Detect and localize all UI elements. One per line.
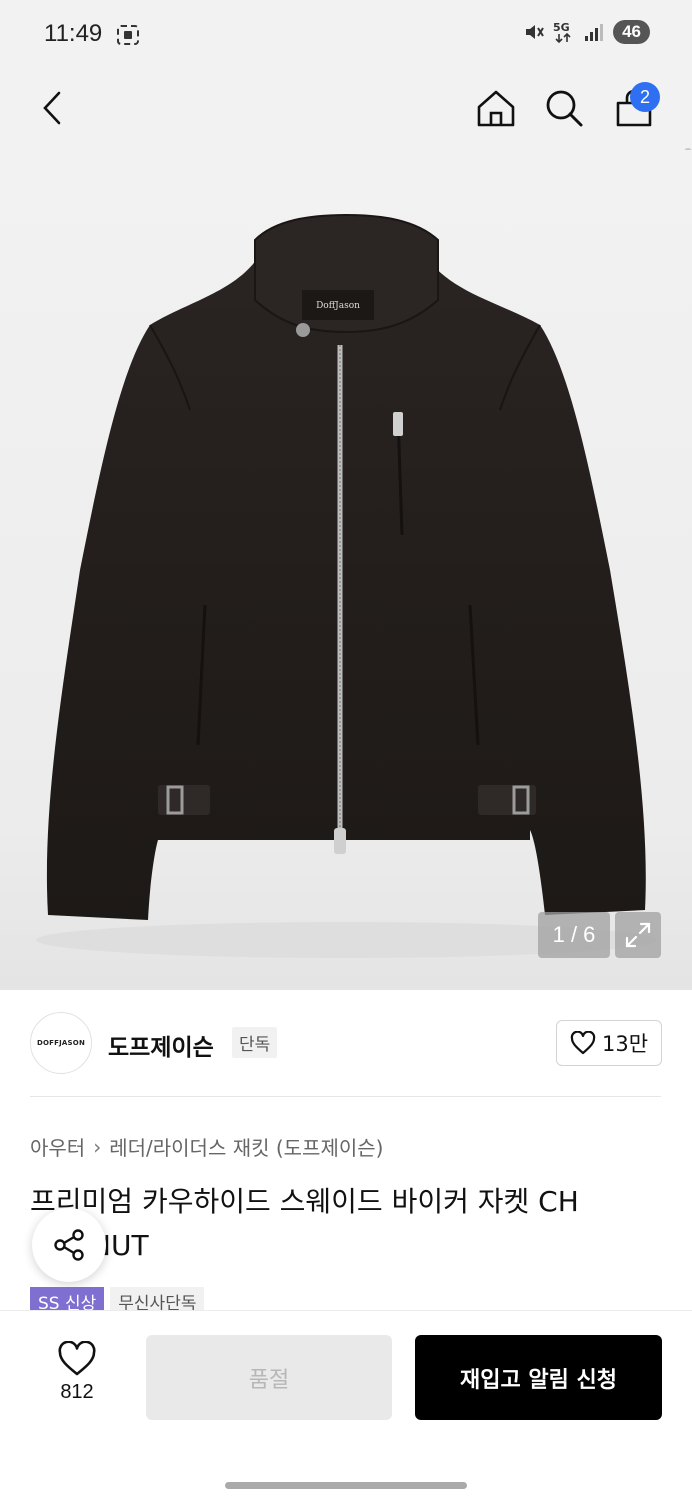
search-icon	[546, 90, 583, 127]
share-button[interactable]	[32, 1208, 106, 1282]
home-indicator[interactable]	[225, 1482, 467, 1489]
home-icon	[477, 90, 515, 127]
jacket-image: DoffJason	[36, 213, 656, 958]
bottom-action-bar: 812 품절 재입고 알림 신청	[0, 1310, 692, 1500]
chevron-right-icon: ›	[93, 1134, 102, 1159]
home-button[interactable]	[468, 80, 524, 136]
product-title: 프리미엄 카우하이드 스웨이드 바이커 자켓 CH NUT	[30, 1180, 670, 1268]
back-icon	[43, 91, 61, 125]
share-icon	[54, 1229, 84, 1261]
status-icons: 5G 46	[523, 20, 650, 44]
product-image-gallery[interactable]: DoffJason	[0, 150, 692, 990]
breadcrumb-item-outer[interactable]: 아우터	[30, 1132, 85, 1161]
cart-button[interactable]: 2	[606, 80, 662, 136]
divider	[30, 1096, 661, 1097]
favorite-button[interactable]: 812	[36, 1341, 118, 1413]
5g-icon: 5G	[553, 21, 571, 44]
favorite-count: 812	[60, 1381, 94, 1403]
product-title-line2: NUT	[90, 1229, 149, 1262]
brand-row: DOFFJASON 도프제이슨 단독 13만	[30, 1012, 662, 1074]
mute-icon	[526, 25, 544, 39]
svg-text:5G: 5G	[553, 21, 570, 34]
brand-exclusive-badge: 단독	[232, 1027, 278, 1058]
soldout-button[interactable]: 품절	[146, 1335, 392, 1420]
breadcrumb: 아우터 › 레더/라이더스 재킷 (도프제이슨)	[30, 1132, 383, 1161]
brand-like-count: 13만	[601, 1032, 649, 1056]
expand-icon	[625, 922, 651, 948]
back-button[interactable]	[26, 80, 82, 136]
expand-image-button[interactable]	[615, 912, 661, 958]
brand-name[interactable]: 도프제이슨	[108, 1028, 214, 1062]
status-time: 11:49	[44, 20, 103, 47]
heart-icon	[58, 1341, 96, 1376]
search-button[interactable]	[536, 80, 592, 136]
product-title-line1: 프리미엄 카우하이드 스웨이드 바이커 자켓 CH	[30, 1185, 579, 1218]
top-navigation: 2	[0, 70, 692, 228]
brand-logo[interactable]: DOFFJASON	[30, 1012, 92, 1074]
screen-record-icon	[117, 25, 139, 45]
battery-icon: 46	[613, 20, 650, 44]
cart-count-badge: 2	[630, 82, 660, 112]
restock-alert-button[interactable]: 재입고 알림 신청	[415, 1335, 662, 1420]
brand-like-button[interactable]: 13만	[556, 1020, 662, 1066]
jacket-label-text: DoffJason	[316, 301, 360, 311]
heart-icon	[570, 1031, 596, 1055]
status-bar: 11:49 5G 46	[0, 0, 692, 70]
breadcrumb-item-leather[interactable]: 레더/라이더스 재킷 (도프제이슨)	[109, 1132, 383, 1161]
signal-icon	[585, 24, 604, 41]
image-counter: 1 / 6	[538, 912, 610, 958]
